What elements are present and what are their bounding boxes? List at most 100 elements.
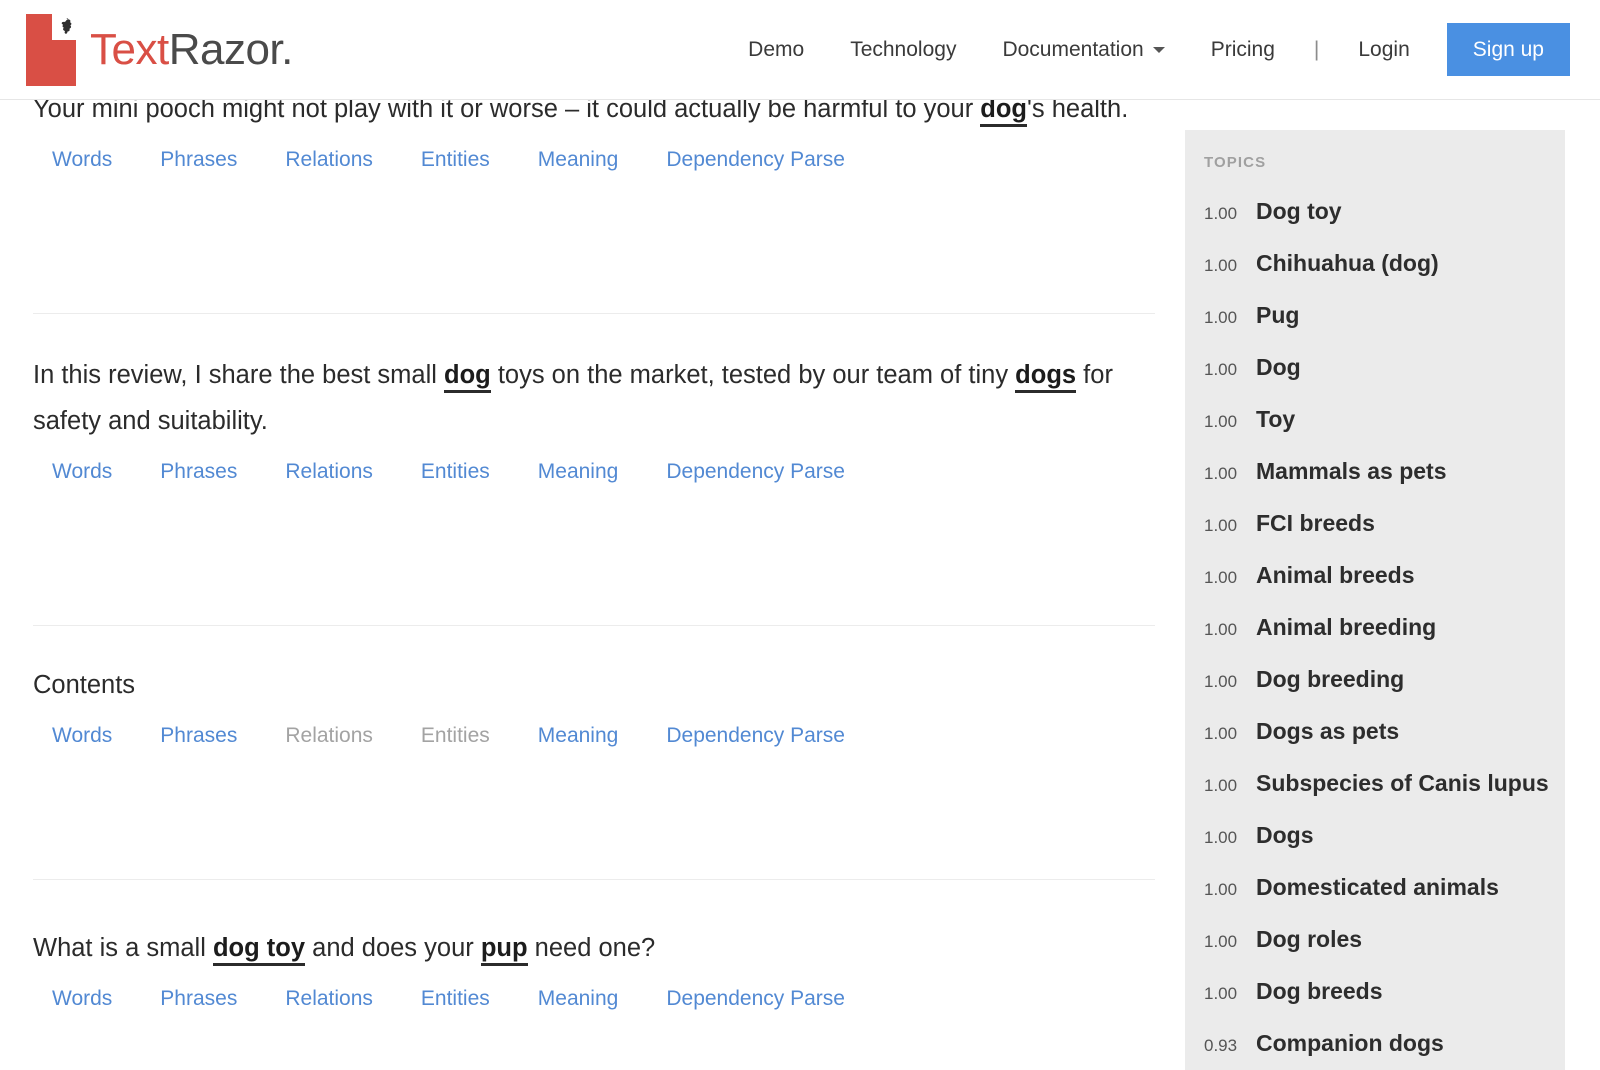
topic-label: FCI breeds — [1256, 503, 1375, 543]
topic-label: Animal breeding — [1256, 607, 1436, 647]
topic-row[interactable]: 1.00Dog roles — [1185, 913, 1565, 965]
entity-mention[interactable]: pup — [481, 934, 528, 966]
topic-row[interactable]: 1.00Dog breeds — [1185, 965, 1565, 1017]
topic-score: 1.00 — [1204, 308, 1256, 328]
nav-item-demo[interactable]: Demo — [725, 38, 827, 62]
topics-list: 1.00Dog toy1.00Chihuahua (dog)1.00Pug1.0… — [1185, 185, 1565, 1070]
page-root: Your mini pooch might not play with it o… — [0, 0, 1600, 1055]
topic-label: Mammals as pets — [1256, 451, 1446, 491]
topic-score: 1.00 — [1204, 984, 1256, 1004]
tab-words[interactable]: Words — [52, 987, 112, 1011]
tab-words[interactable]: Words — [52, 460, 112, 484]
brand-razor-part: Razor — [169, 25, 281, 74]
tab-meaning[interactable]: Meaning — [538, 148, 619, 172]
topic-row[interactable]: 1.00Animal breeding — [1185, 601, 1565, 653]
analysis-block: Contents WordsPhrasesRelationsEntitiesMe… — [33, 662, 1155, 748]
tab-relations[interactable]: Relations — [285, 460, 373, 484]
tab-entities[interactable]: Entities — [421, 460, 490, 484]
analysis-tab-row: WordsPhrasesRelationsEntitiesMeaningDepe… — [33, 724, 1155, 748]
nav-item-label: Demo — [748, 38, 804, 62]
topic-row[interactable]: 1.00Dogs — [1185, 809, 1565, 861]
topic-label: Dog breeds — [1256, 971, 1383, 1011]
topic-row[interactable]: 1.00Subspecies of Canis lupus — [1185, 757, 1565, 809]
topic-row[interactable]: 1.00Mammals as pets — [1185, 445, 1565, 497]
block-divider — [33, 879, 1155, 880]
topic-row[interactable]: 0.93Companion dogs — [1185, 1017, 1565, 1069]
entity-mention[interactable]: dog — [444, 361, 491, 393]
analysis-tab-row: Words Phrases Relations Entities Meaning Depe… — [33, 148, 1155, 172]
analysis-block: In this review, I share the best small d… — [33, 352, 1155, 484]
entity-mention[interactable]: dogs — [1015, 361, 1076, 393]
tab-entities[interactable]: Entities — [421, 148, 490, 172]
topic-row[interactable]: 1.00Toy — [1185, 393, 1565, 445]
analysis-text: What is a small dog toy and does your pu… — [33, 925, 1155, 971]
topic-row[interactable]: 1.00Dog — [1185, 341, 1565, 393]
text-run: toys on the market, tested by our team o… — [491, 361, 1015, 389]
tab-meaning[interactable]: Meaning — [538, 460, 619, 484]
tab-words[interactable]: Words — [52, 148, 112, 172]
tab-dependency-parse[interactable]: Dependency Parse — [666, 987, 845, 1011]
topic-row[interactable]: 1.00Dog toy — [1185, 185, 1565, 237]
topic-label: Animal breeds — [1256, 555, 1415, 595]
topic-score: 1.00 — [1204, 516, 1256, 536]
topic-row[interactable]: 1.00Domesticated animals — [1185, 861, 1565, 913]
text-run: In this review, I share the best small — [33, 361, 444, 389]
text-run: and does your — [305, 934, 481, 962]
nav-item-label: Documentation — [1002, 38, 1143, 62]
block-divider — [33, 625, 1155, 626]
topic-row[interactable]: 1.00Chihuahua (dog) — [1185, 237, 1565, 289]
tab-relations[interactable]: Relations — [285, 987, 373, 1011]
text-run: need one? — [528, 934, 656, 962]
topics-panel: TOPICS 1.00Dog toy1.00Chihuahua (dog)1.0… — [1185, 130, 1565, 1070]
topic-score: 1.00 — [1204, 360, 1256, 380]
nav-item-technology[interactable]: Technology — [827, 38, 979, 62]
topic-label: Dogs as pets — [1256, 711, 1399, 751]
tab-words[interactable]: Words — [52, 724, 112, 748]
tab-phrases[interactable]: Phrases — [160, 724, 237, 748]
topic-label: Toy — [1256, 399, 1295, 439]
block-divider — [33, 313, 1155, 314]
login-label: Login — [1358, 38, 1409, 62]
chevron-down-icon — [1153, 47, 1165, 53]
nav-item-pricing[interactable]: Pricing — [1188, 38, 1298, 62]
tab-relations: Relations — [285, 724, 373, 748]
nav-item-documentation[interactable]: Documentation — [979, 38, 1187, 62]
nav-divider: | — [1298, 38, 1335, 62]
tab-dependency-parse[interactable]: Dependency Parse — [666, 724, 845, 748]
tab-relations[interactable]: Relations — [285, 148, 373, 172]
tab-phrases[interactable]: Phrases — [160, 148, 237, 172]
topic-row[interactable]: 1.00Pug — [1185, 289, 1565, 341]
topic-row[interactable]: 1.00Dog breeding — [1185, 653, 1565, 705]
tab-dependency-parse[interactable]: Dependency Parse — [666, 148, 845, 172]
text-run: Contents — [33, 671, 135, 699]
tab-phrases[interactable]: Phrases — [160, 987, 237, 1011]
topic-label: Dog breeding — [1256, 659, 1404, 699]
analysis-tab-row: Words Phrases Relations Entities Meaning Depe… — [33, 987, 1155, 1011]
tab-phrases[interactable]: Phrases — [160, 460, 237, 484]
topic-label: Domesticated animals — [1256, 867, 1499, 907]
signup-button[interactable]: Sign up — [1447, 23, 1570, 76]
topic-row[interactable]: 1.00Dogs as pets — [1185, 705, 1565, 757]
topic-label: Dog toy — [1256, 191, 1342, 231]
topic-row[interactable]: 1.00Animal breeds — [1185, 549, 1565, 601]
tab-meaning[interactable]: Meaning — [538, 724, 619, 748]
topic-score: 1.00 — [1204, 204, 1256, 224]
tab-dependency-parse[interactable]: Dependency Parse — [666, 460, 845, 484]
tab-entities[interactable]: Entities — [421, 987, 490, 1011]
topic-score: 1.00 — [1204, 932, 1256, 952]
login-link[interactable]: Login — [1335, 38, 1432, 62]
topic-label: Dogs — [1256, 815, 1314, 855]
topic-label: Dog roles — [1256, 919, 1362, 959]
topic-score: 0.93 — [1204, 1036, 1256, 1056]
tab-meaning[interactable]: Meaning — [538, 987, 619, 1011]
topic-label: Dog — [1256, 347, 1301, 387]
topic-score: 1.00 — [1204, 568, 1256, 588]
entity-mention[interactable]: dog toy — [213, 934, 305, 966]
topic-label: Companion dogs — [1256, 1023, 1444, 1063]
topic-row[interactable]: 1.00FCI breeds — [1185, 497, 1565, 549]
brand-logo[interactable]: TextRazor. — [26, 14, 293, 86]
topics-heading: TOPICS — [1204, 154, 1565, 171]
analysis-block: What is a small dog toy and does your pu… — [33, 925, 1155, 1011]
nav-item-label: Pricing — [1211, 38, 1275, 62]
topic-score: 1.00 — [1204, 828, 1256, 848]
